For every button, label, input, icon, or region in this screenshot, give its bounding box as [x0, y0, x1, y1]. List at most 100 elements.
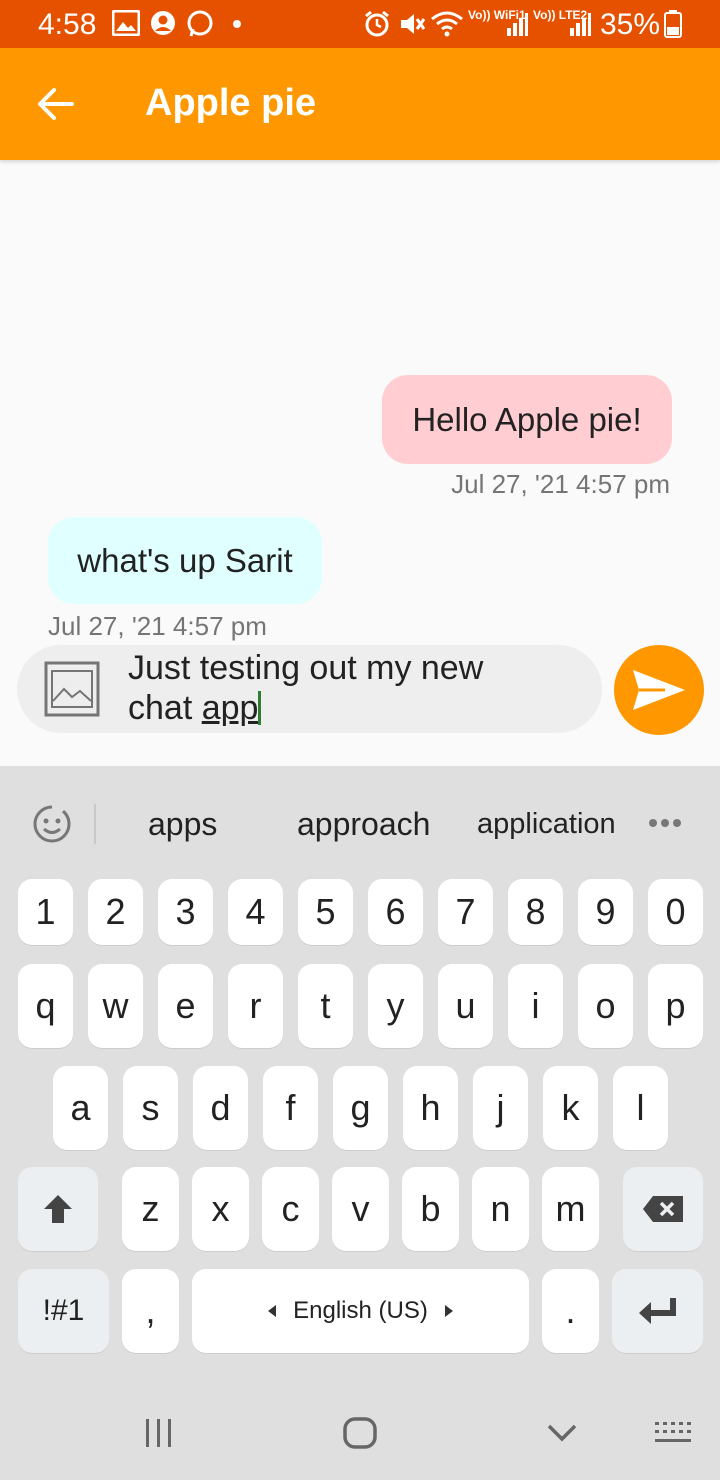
alarm-icon — [365, 10, 389, 37]
battery-percent: 35% — [600, 8, 661, 41]
key-u[interactable]: u — [438, 964, 493, 1048]
message-text: what's up Sarit — [77, 541, 293, 579]
key-8[interactable]: 8 — [508, 879, 563, 945]
signal-icon — [507, 13, 528, 36]
key-s[interactable]: s — [123, 1066, 178, 1150]
key-o[interactable]: o — [578, 964, 633, 1048]
message-input-line-1: Just testing out my new — [128, 649, 484, 687]
key-label: q — [35, 985, 56, 1026]
comma-key[interactable]: , — [122, 1269, 179, 1353]
key-label: 6 — [385, 891, 406, 932]
backspace-key[interactable] — [623, 1167, 703, 1251]
comma-key-label: , — [145, 1290, 156, 1331]
caret-right-icon — [444, 1305, 453, 1317]
send-icon — [633, 670, 685, 710]
key-a[interactable]: a — [53, 1066, 108, 1150]
key-label: d — [210, 1087, 231, 1128]
key-0[interactable]: 0 — [648, 879, 703, 945]
key-l[interactable]: l — [613, 1066, 668, 1150]
back-button[interactable] — [30, 80, 82, 128]
key-label: s — [141, 1087, 160, 1128]
key-label: b — [420, 1188, 441, 1229]
key-label: j — [496, 1087, 505, 1128]
key-label: u — [455, 985, 476, 1026]
key-6[interactable]: 6 — [368, 879, 423, 945]
shift-key[interactable] — [18, 1167, 98, 1251]
symbols-key-label: !#1 — [42, 1294, 85, 1327]
key-m[interactable]: m — [542, 1167, 599, 1251]
key-x[interactable]: x — [192, 1167, 249, 1251]
account-icon — [151, 11, 175, 35]
key-label: t — [320, 985, 331, 1026]
key-z[interactable]: z — [122, 1167, 179, 1251]
key-j[interactable]: j — [473, 1066, 528, 1150]
key-p[interactable]: p — [648, 964, 703, 1048]
key-y[interactable]: y — [368, 964, 423, 1048]
key-k[interactable]: k — [543, 1066, 598, 1150]
key-r[interactable]: r — [228, 964, 283, 1048]
suggestion-divider — [94, 804, 96, 844]
emoji-suggestion-icon[interactable] — [30, 802, 74, 846]
more-options-icon[interactable] — [648, 818, 682, 828]
key-h[interactable]: h — [403, 1066, 458, 1150]
key-4[interactable]: 4 — [228, 879, 283, 945]
key-f[interactable]: f — [263, 1066, 318, 1150]
backspace-icon — [643, 1196, 683, 1222]
key-label: y — [386, 985, 405, 1026]
key-q[interactable]: q — [18, 964, 73, 1048]
key-label: p — [665, 985, 686, 1026]
message-text: Hello Apple pie! — [412, 400, 642, 438]
enter-key[interactable] — [612, 1269, 703, 1353]
shift-icon — [44, 1195, 72, 1223]
message-input-prefix: chat — [128, 689, 202, 727]
key-5[interactable]: 5 — [298, 879, 353, 945]
key-9[interactable]: 9 — [578, 879, 633, 945]
suggestion-1[interactable]: apps — [148, 806, 217, 843]
key-label: e — [175, 985, 196, 1026]
image-icon[interactable] — [44, 661, 100, 717]
key-c[interactable]: c — [262, 1167, 319, 1251]
hide-keyboard-icon[interactable] — [546, 1422, 578, 1444]
suggestion-3[interactable]: application — [477, 808, 616, 841]
incoming-message-bubble[interactable]: what's up Sarit — [48, 517, 322, 604]
recent-apps-icon[interactable] — [143, 1417, 175, 1449]
key-3[interactable]: 3 — [158, 879, 213, 945]
key-label: o — [595, 985, 616, 1026]
key-label: 9 — [595, 891, 616, 932]
key-1[interactable]: 1 — [18, 879, 73, 945]
key-7[interactable]: 7 — [438, 879, 493, 945]
key-label: 8 — [525, 891, 546, 932]
key-t[interactable]: t — [298, 964, 353, 1048]
key-i[interactable]: i — [508, 964, 563, 1048]
key-d[interactable]: d — [193, 1066, 248, 1150]
key-w[interactable]: w — [88, 964, 143, 1048]
home-icon[interactable] — [342, 1416, 378, 1450]
key-v[interactable]: v — [332, 1167, 389, 1251]
suggestion-2[interactable]: approach — [297, 806, 430, 843]
key-n[interactable]: n — [472, 1167, 529, 1251]
message-input[interactable]: Just testing out my new chat app — [128, 648, 588, 728]
arrow-back-icon — [38, 88, 74, 120]
key-label: x — [211, 1188, 230, 1229]
key-label: f — [285, 1087, 296, 1128]
status-bar: 4:58 Vo)) WiFi1 Vo)) LTE2 35% — [0, 0, 720, 48]
key-e[interactable]: e — [158, 964, 213, 1048]
space-key[interactable]: English (US) — [192, 1269, 529, 1353]
key-label: m — [555, 1188, 586, 1229]
period-key-label: . — [565, 1290, 576, 1331]
key-label: w — [102, 985, 129, 1026]
outgoing-message-bubble[interactable]: Hello Apple pie! — [382, 375, 672, 464]
key-2[interactable]: 2 — [88, 879, 143, 945]
key-g[interactable]: g — [333, 1066, 388, 1150]
key-label: 4 — [245, 891, 266, 932]
symbols-key[interactable]: !#1 — [18, 1269, 109, 1353]
send-button[interactable] — [614, 645, 704, 735]
key-b[interactable]: b — [402, 1167, 459, 1251]
message-input-line-2: chat app — [128, 688, 588, 728]
key-label: c — [281, 1188, 300, 1229]
keyboard-switch-icon[interactable] — [654, 1421, 692, 1447]
period-key[interactable]: . — [542, 1269, 599, 1353]
key-label: z — [141, 1188, 160, 1229]
key-label: 7 — [455, 891, 476, 932]
battery-icon — [664, 10, 682, 38]
